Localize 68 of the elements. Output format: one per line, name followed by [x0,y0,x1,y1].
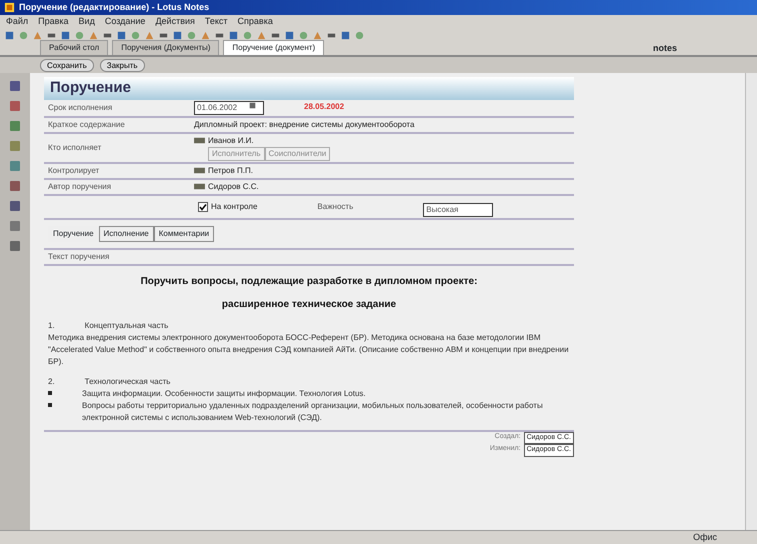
bullet-mark [48,402,52,406]
menu-item[interactable]: Создание [104,14,146,28]
toolbar-icon[interactable] [172,30,183,41]
document-tab[interactable]: Рабочий стол [40,40,108,55]
toolbar-icon[interactable] [228,30,239,41]
document-tab[interactable]: Поручение (документ) [223,40,324,55]
form-tab[interactable]: Комментарии [154,226,214,242]
paragraph-text: Методика внедрения системы электронного документооборота БОСС-Референт (БР). Методика основана на базе методологии IBM "Accelerated Value Method" и собственного опыта внедрения СЭД компанией АйТи. (Описание собственно АВМ и концепции при внедрении БР). [48,332,570,368]
field-value: Сидоров С.С. [208,180,259,192]
menu-item[interactable]: Правка [38,14,69,28]
due-date-note: 28.05.2002 [304,100,344,112]
toolbar-icon[interactable] [60,30,71,41]
bullet-text: Защита информации. Особенности защиты информации. Технология Lotus. [82,388,366,400]
app-icon [4,2,15,13]
window-title: Поручение (редактирование) - Lotus Notes [19,0,210,14]
field-value: Иванов И.И. [208,134,254,146]
list-number: 2. [48,376,55,388]
menu-item[interactable]: Файл [6,14,28,28]
checkbox[interactable] [198,202,208,212]
bullet-text: Вопросы работы территориально удаленных подразделений организации, мобильных пользователей, особенности работы электронной системы с использованием Web-технологий (СЭД). [82,400,544,424]
checkbox-label: На контроле [211,200,258,212]
field-value: Петров П.П. [208,164,253,176]
scrollbar[interactable] [745,73,757,530]
menu-item[interactable]: Справка [238,14,273,28]
bullet-mark [48,390,52,394]
heading-text: расширенное техническое задание [220,298,398,312]
bookmark-icon[interactable] [8,199,22,213]
address-book-icon[interactable] [194,167,205,174]
bookmark-icon[interactable] [8,219,22,233]
menu-item[interactable]: Вид [78,14,95,28]
menu-item[interactable]: Действия [155,14,195,28]
date-field[interactable]: 01.06.2002 [194,100,264,114]
field-value: Дипломный проект: внедрение системы документооборота [194,118,414,130]
toolbar-icon[interactable] [116,30,127,41]
heading-text: Поручить вопросы, подлежащие разработке в дипломном проекте: [140,274,478,288]
brand-logo: notes [652,42,677,54]
form-tab[interactable]: Исполнение [98,226,154,242]
bookmark-icon[interactable] [8,239,22,253]
bookmark-icon[interactable] [8,159,22,173]
bookmark-icon[interactable] [8,79,22,93]
field-label: Контролирует [47,164,100,176]
field-label: Кто исполняет [47,142,102,154]
calendar-icon[interactable] [247,102,258,108]
field-label: Краткое содержание [47,118,126,130]
bookmark-icon[interactable] [8,139,22,153]
toolbar-icon[interactable] [284,30,295,41]
bookmark-icon[interactable] [8,179,22,193]
toolbar-icon[interactable] [4,30,15,41]
field-label: Автор поручения [47,180,112,192]
section-heading: Технологическая часть [84,376,170,388]
field-label: Срок исполнения [47,102,114,114]
bookmark-icon[interactable] [8,119,22,133]
status-location[interactable]: Офис [693,530,717,544]
section-heading: Концептуальная часть [84,320,168,332]
action-button[interactable]: Закрыть [100,58,145,72]
field-label: Важность [317,200,354,212]
menu-item[interactable]: Текст [204,14,228,28]
address-book-icon[interactable] [194,183,205,190]
date-value: 01.06.2002 [197,102,238,114]
form-title: Поручение [44,77,574,100]
priority-dropdown[interactable]: Высокая [423,202,494,216]
document-tab[interactable]: Поручения (Документы) [112,40,220,55]
field-label: Текст поручения [47,250,110,262]
action-button[interactable]: Сохранить [40,58,94,72]
list-number: 1. [48,320,55,332]
toolbar-icon[interactable] [340,30,351,41]
address-book-icon[interactable] [194,137,205,144]
bookmark-icon[interactable] [8,99,22,113]
